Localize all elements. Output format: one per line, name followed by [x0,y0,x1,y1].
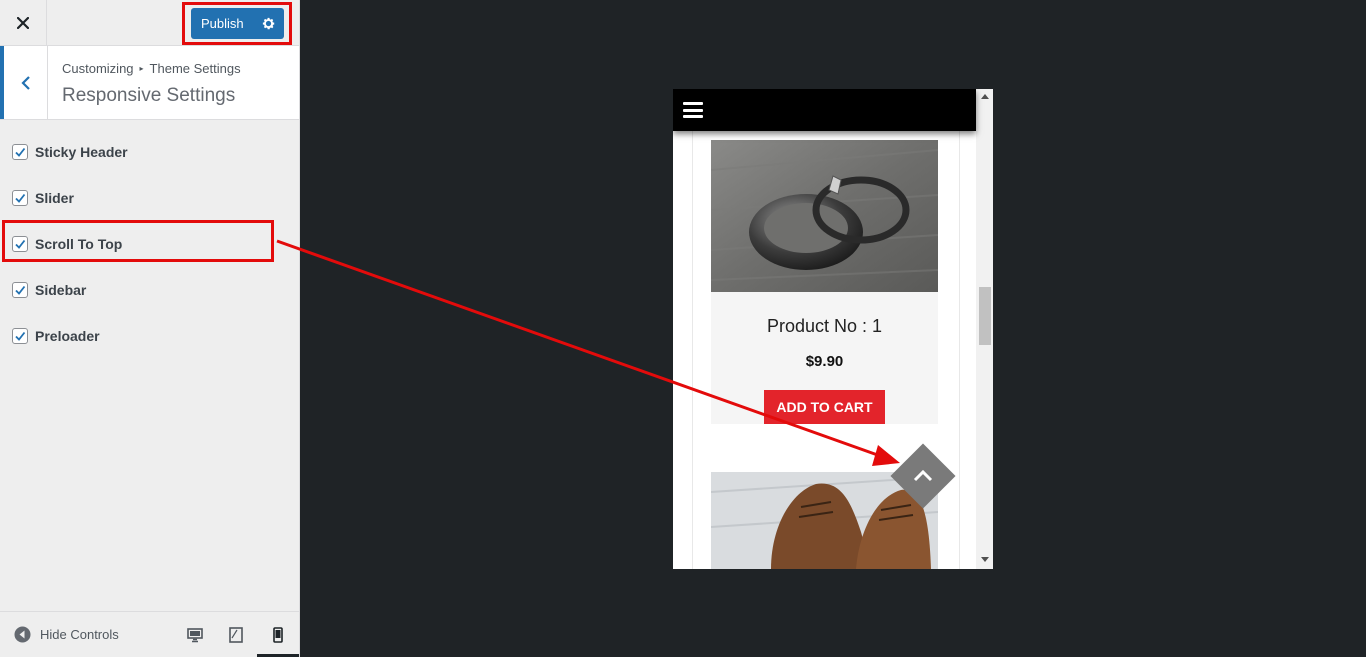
mobile-icon [273,627,283,643]
product-card: Product No : 1 $9.90 ADD TO CART [711,140,938,424]
option-label: Slider [35,190,74,206]
customizer-panel: Publish Customizing ▸ Theme Settings Res… [0,0,300,657]
chevron-up-icon [900,453,946,499]
back-button[interactable] [0,46,48,119]
checkbox[interactable] [12,190,28,206]
close-icon [17,17,29,29]
checkmark-icon [15,147,26,157]
option-label: Sticky Header [35,144,128,160]
product-image-rings[interactable] [711,140,938,292]
gear-icon[interactable] [261,16,276,31]
scroll-to-top-button[interactable] [890,443,956,509]
checkmark-icon [15,239,26,249]
rings-photo-icon [711,140,938,292]
publish-label: Publish [201,16,244,31]
tablet-preview-button[interactable] [224,624,248,646]
scroll-up-arrow-icon[interactable] [981,94,989,99]
breadcrumb: Customizing ▸ Theme Settings [62,61,241,76]
checkbox[interactable] [12,282,28,298]
scrollbar-thumb[interactable] [979,287,991,345]
section-title: Responsive Settings [62,85,236,106]
breadcrumb-separator-icon: ▸ [139,64,144,73]
preview-scrollbar[interactable] [976,89,993,569]
hide-controls-label: Hide Controls [40,627,119,642]
option-sticky-header[interactable]: Sticky Header [12,142,128,162]
content-border-left [692,131,693,569]
option-label: Sidebar [35,282,87,298]
scroll-down-arrow-icon[interactable] [981,557,989,562]
option-scroll-to-top[interactable]: Scroll To Top [12,234,122,254]
checkbox[interactable] [12,144,28,160]
mobile-preview-button[interactable] [266,624,290,646]
desktop-icon [187,628,203,643]
hide-controls-button[interactable]: Hide Controls [14,626,119,643]
publish-button[interactable]: Publish [191,8,284,39]
content-border-right [959,131,960,569]
option-label: Preloader [35,328,100,344]
checkbox[interactable] [12,236,28,252]
section-header: Customizing ▸ Theme Settings Responsive … [0,46,299,120]
breadcrumb-parent: Theme Settings [149,61,241,76]
checkmark-icon [15,331,26,341]
tablet-icon [229,627,243,643]
customizer-footer: Hide Controls [0,611,299,657]
site-preview: Product No : 1 $9.90 ADD TO CART [673,89,993,569]
option-label: Scroll To Top [35,236,123,252]
hamburger-menu-icon[interactable] [683,102,703,118]
checkbox[interactable] [12,328,28,344]
checkmark-icon [15,285,26,295]
option-preloader[interactable]: Preloader [12,326,100,346]
close-customizer-button[interactable] [0,0,47,46]
collapse-arrow-icon [14,626,31,643]
add-to-cart-button[interactable]: ADD TO CART [764,390,885,424]
option-slider[interactable]: Slider [12,188,74,208]
checkmark-icon [15,193,26,203]
chevron-left-icon [20,75,30,90]
site-header-bar [673,89,976,131]
option-sidebar[interactable]: Sidebar [12,280,86,300]
product-price: $9.90 [805,353,844,370]
breadcrumb-root: Customizing [62,61,134,76]
panel-header: Publish [0,0,299,46]
desktop-preview-button[interactable] [183,624,207,646]
product-name[interactable]: Product No : 1 [711,316,938,337]
